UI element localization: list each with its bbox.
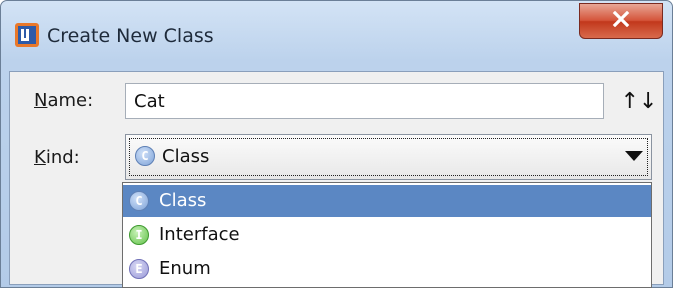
sort-order-button[interactable]: ↑↓ xyxy=(618,87,660,115)
intellij-app-icon xyxy=(15,23,39,47)
class-icon: C xyxy=(135,146,155,166)
kind-option-class[interactable]: C Class xyxy=(123,185,651,217)
kind-option-label: Class xyxy=(159,190,207,211)
kind-option-label: Enum xyxy=(159,258,211,279)
close-icon xyxy=(612,10,630,31)
close-button[interactable] xyxy=(579,3,663,39)
name-label-rest: ame: xyxy=(47,90,94,111)
class-icon: C xyxy=(129,191,149,211)
name-label: Name: xyxy=(34,90,94,111)
kind-dropdown-list: C Class I Interface E Enum xyxy=(122,182,652,288)
title-bar[interactable]: Create New Class xyxy=(1,1,672,61)
interface-icon: I xyxy=(129,225,149,245)
kind-label-rest: ind: xyxy=(45,147,80,168)
kind-option-label: Interface xyxy=(159,224,240,245)
chevron-down-icon[interactable] xyxy=(625,151,643,161)
enum-icon: E xyxy=(129,259,149,279)
window-title: Create New Class xyxy=(47,25,214,47)
name-input[interactable] xyxy=(125,83,604,119)
sort-arrows-icon: ↑↓ xyxy=(620,88,658,114)
kind-selected-value: Class xyxy=(162,146,210,167)
kind-option-enum[interactable]: E Enum xyxy=(123,253,651,285)
kind-select[interactable]: C Class xyxy=(125,134,652,180)
kind-label: Kind: xyxy=(34,147,80,168)
kind-option-interface[interactable]: I Interface xyxy=(123,219,651,251)
